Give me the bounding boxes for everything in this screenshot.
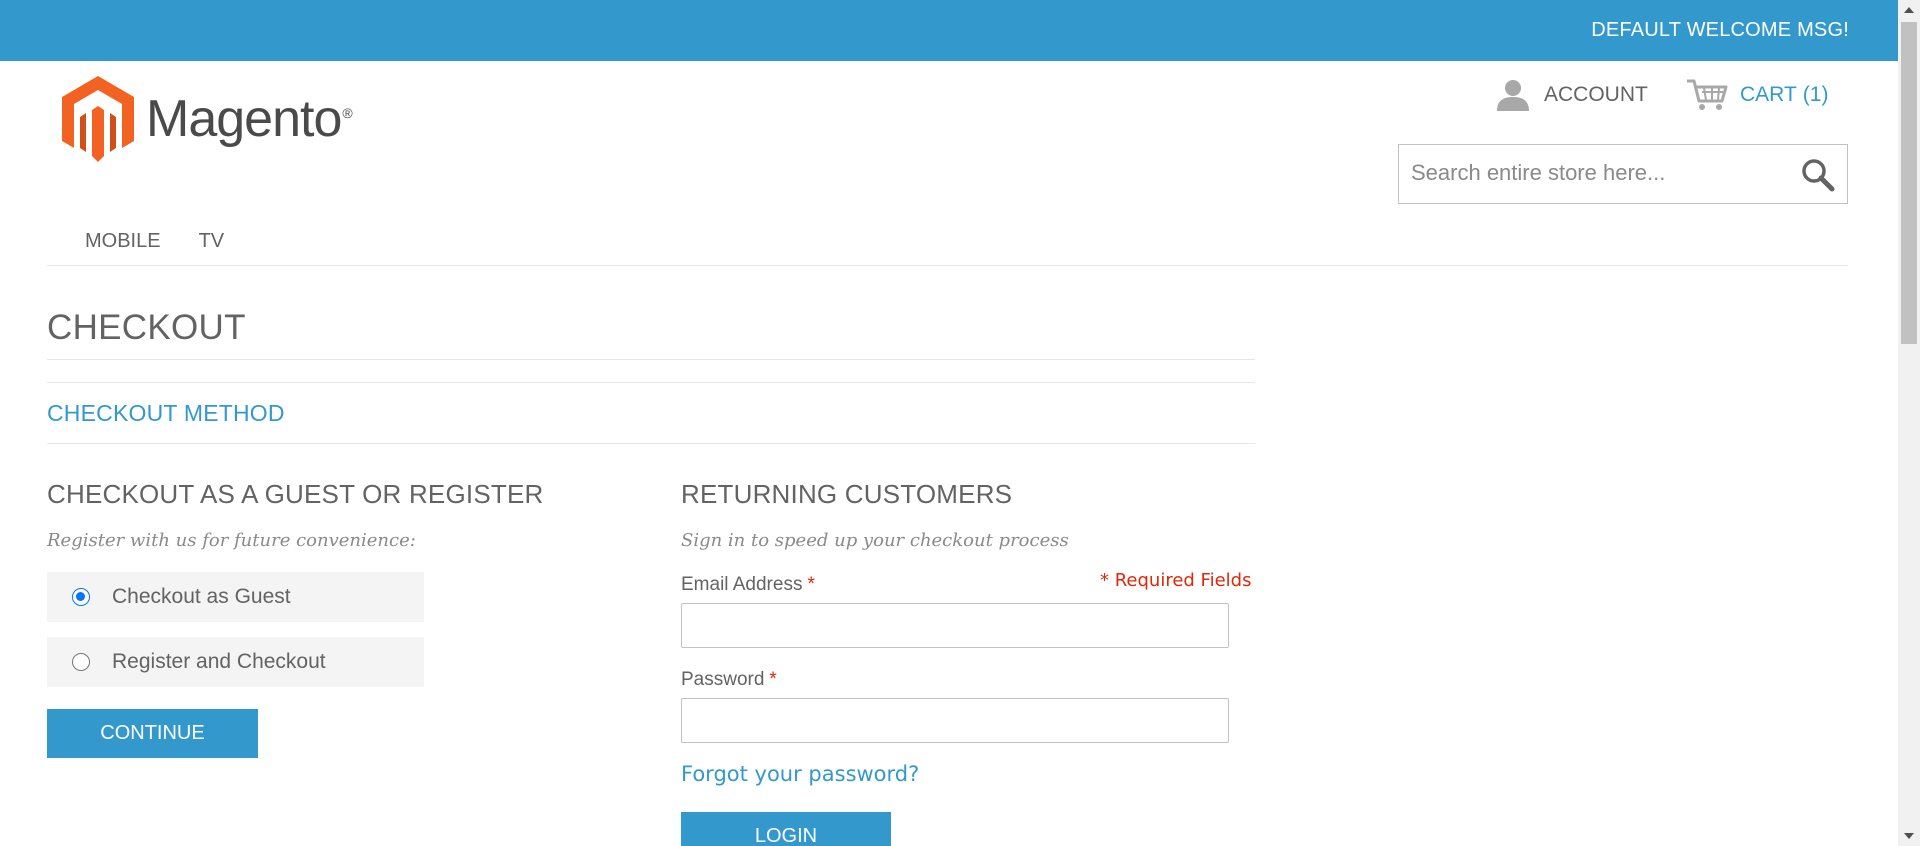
search-button[interactable] [1801,158,1835,192]
register-radio[interactable] [72,653,90,671]
search-box [1398,144,1848,204]
required-star: * [769,669,777,690]
guest-radio[interactable] [72,588,90,606]
logo-registered-mark: ® [342,104,352,121]
logo-wordmark-text: Magento [146,90,342,148]
main-nav: MOBILE TV [47,225,1848,266]
returning-customers-subtitle: Sign in to speed up your checkout proces… [681,530,1069,551]
divider [47,382,1255,383]
divider [47,359,1255,360]
welcome-bar: DEFAULT WELCOME MSG! [0,0,1898,61]
continue-button[interactable]: CONTINUE [47,709,258,758]
scroll-down-arrow[interactable] [1898,826,1920,846]
store-logo[interactable]: Magento® [62,76,353,162]
password-field[interactable] [681,698,1229,743]
login-button[interactable]: LOGIN [681,812,891,846]
cart-count: (1) [1802,83,1829,106]
checkout-method-step[interactable]: CHECKOUT METHOD [47,400,285,427]
arrow-down-icon [1904,833,1914,839]
magento-logo-icon [62,76,134,162]
cart-label: CART [1740,83,1797,106]
user-icon [1497,80,1529,111]
email-label: Email Address * [681,574,815,596]
register-radio-label: Register and Checkout [112,650,326,673]
search-input[interactable] [1399,145,1779,201]
account-label: ACCOUNT [1544,83,1648,106]
forgot-password-link[interactable]: Forgot your password? [681,762,919,786]
account-link[interactable]: ACCOUNT [1496,79,1648,111]
option-checkout-as-guest[interactable]: Checkout as Guest [47,572,424,622]
logo-wordmark: Magento® [146,89,353,149]
welcome-message: DEFAULT WELCOME MSG! [1591,19,1849,41]
scroll-up-arrow[interactable] [1898,0,1920,20]
guest-register-heading: CHECKOUT AS A GUEST OR REGISTER [47,479,544,509]
option-register-and-checkout[interactable]: Register and Checkout [47,637,424,687]
email-field[interactable] [681,603,1229,648]
required-fields-note: * Required Fields [1100,570,1252,591]
nav-item-mobile[interactable]: MOBILE [85,225,161,265]
email-label-text: Email Address [681,574,803,595]
cart-link[interactable]: CART (1) [1686,79,1828,111]
cart-icon [1687,79,1728,110]
search-icon [1802,159,1835,192]
divider [47,443,1255,444]
password-label: Password * [681,669,777,691]
returning-customers-heading: RETURNING CUSTOMERS [681,479,1013,509]
guest-register-subtitle: Register with us for future convenience: [47,530,416,551]
nav-item-tv[interactable]: TV [199,225,225,265]
scrollbar-thumb[interactable] [1901,22,1917,344]
page-scrollbar[interactable] [1898,0,1920,846]
guest-radio-label: Checkout as Guest [112,585,291,608]
required-star: * [807,574,815,595]
password-label-text: Password [681,669,765,690]
arrow-up-icon [1904,7,1914,13]
page-title: CHECKOUT [47,308,246,347]
